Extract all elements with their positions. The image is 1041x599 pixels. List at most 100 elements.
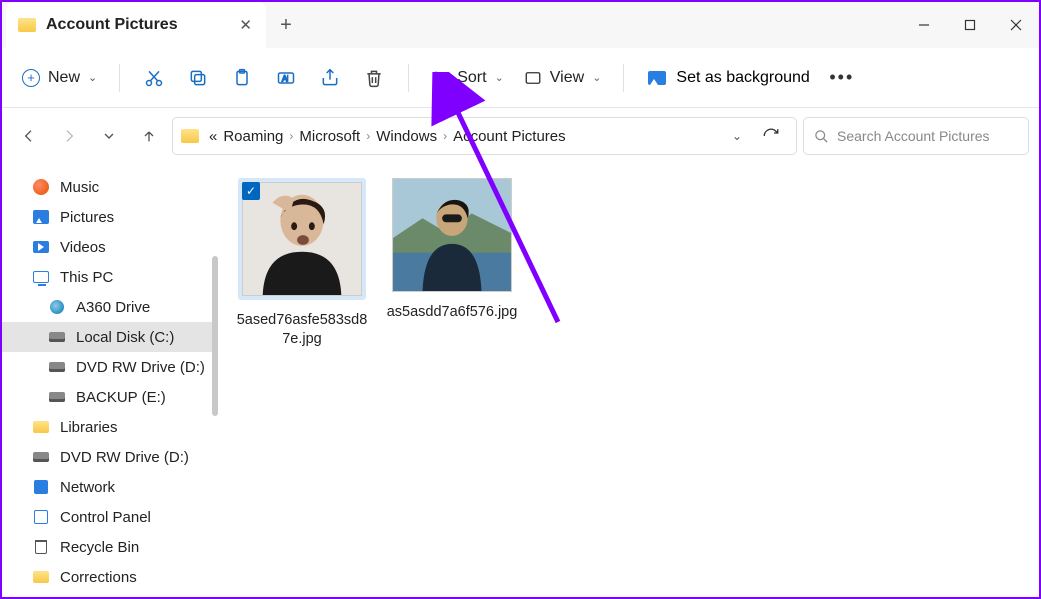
sidebar-item-local-disk[interactable]: Local Disk (C:) <box>2 322 218 352</box>
file-item[interactable]: ✓ 5ased76asfe583sd87e.jpg <box>236 178 368 349</box>
title-bar: Account Pictures ✕ + <box>2 2 1039 48</box>
address-dropdown-button[interactable]: ⌄ <box>732 129 742 143</box>
breadcrumb-overflow[interactable]: « <box>209 128 217 145</box>
sidebar-item-videos[interactable]: Videos <box>2 232 218 262</box>
close-tab-button[interactable]: ✕ <box>239 16 252 34</box>
sidebar-item-network[interactable]: Network <box>2 472 218 502</box>
view-button[interactable]: View ⌄ <box>514 59 612 97</box>
chevron-down-icon: ⌄ <box>495 71 504 84</box>
chevron-right-icon: › <box>443 129 447 143</box>
sidebar-item-corrections[interactable]: Corrections <box>2 562 218 592</box>
window-controls <box>901 5 1039 45</box>
forward-button[interactable] <box>52 119 86 153</box>
search-input[interactable] <box>837 128 1018 144</box>
sidebar-item-label: A360 Drive <box>76 299 150 316</box>
sidebar-item-label: Libraries <box>60 419 118 436</box>
copy-button[interactable] <box>176 59 220 97</box>
sort-button[interactable]: Sort ⌄ <box>421 59 514 97</box>
cloud-drive-icon <box>50 300 64 314</box>
back-button[interactable] <box>12 119 46 153</box>
picture-icon <box>648 71 666 85</box>
close-window-button[interactable] <box>993 5 1039 45</box>
sidebar-item-libraries[interactable]: Libraries <box>2 412 218 442</box>
chevron-down-icon: ⌄ <box>592 71 601 84</box>
address-bar[interactable]: « Roaming › Microsoft › Windows › Accoun… <box>172 117 797 155</box>
separator <box>623 64 624 92</box>
sidebar-item-label: Music <box>60 179 99 196</box>
navigation-pane[interactable]: Music Pictures Videos This PC A360 Drive… <box>2 164 218 597</box>
chevron-down-icon: ⌄ <box>88 71 97 84</box>
sidebar-item-label: DVD RW Drive (D:) <box>60 449 189 466</box>
search-box[interactable] <box>803 117 1029 155</box>
address-row: « Roaming › Microsoft › Windows › Accoun… <box>2 108 1039 164</box>
file-item[interactable]: as5asdd7a6f576.jpg <box>386 178 518 322</box>
delete-button[interactable] <box>352 59 396 97</box>
file-thumbnail <box>392 178 512 292</box>
folder-icon <box>181 129 199 143</box>
new-tab-button[interactable]: + <box>266 14 306 37</box>
sidebar-item-pictures[interactable]: Pictures <box>2 202 218 232</box>
minimize-button[interactable] <box>901 5 947 45</box>
sidebar-item-recycle-bin[interactable]: Recycle Bin <box>2 532 218 562</box>
videos-icon <box>33 241 49 253</box>
selected-check-icon[interactable]: ✓ <box>242 182 260 200</box>
sidebar-item-label: Local Disk (C:) <box>76 329 174 346</box>
recycle-bin-icon <box>35 540 47 554</box>
recent-locations-button[interactable] <box>92 119 126 153</box>
sidebar-item-label: Pictures <box>60 209 114 226</box>
sidebar-item-label: Videos <box>60 239 106 256</box>
new-label: New <box>48 69 80 87</box>
share-button[interactable] <box>308 59 352 97</box>
toolbar: + New ⌄ A Sort ⌄ View ⌄ Set as backgroun… <box>2 48 1039 108</box>
folder-icon <box>33 571 49 583</box>
cut-button[interactable] <box>132 59 176 97</box>
sidebar-item-control-panel[interactable]: Control Panel <box>2 502 218 532</box>
drive-icon <box>49 332 65 342</box>
sidebar-item-label: Control Panel <box>60 509 151 526</box>
folder-icon <box>33 421 49 433</box>
pictures-icon <box>33 210 49 224</box>
breadcrumb-item[interactable]: Windows <box>376 128 437 145</box>
sidebar-item-label: This PC <box>60 269 113 286</box>
new-button[interactable]: + New ⌄ <box>12 59 107 97</box>
sidebar-item-backup[interactable]: BACKUP (E:) <box>2 382 218 412</box>
chevron-right-icon: › <box>366 129 370 143</box>
sidebar-item-music[interactable]: Music <box>2 172 218 202</box>
separator <box>408 64 409 92</box>
content-pane[interactable]: ✓ 5ased76asfe583sd87e.jpg <box>218 164 1039 597</box>
set-background-label: Set as background <box>676 69 809 87</box>
sidebar-item-this-pc[interactable]: This PC <box>2 262 218 292</box>
drive-icon <box>33 452 49 462</box>
music-icon <box>33 179 49 195</box>
view-icon <box>524 69 542 87</box>
tab-title: Account Pictures <box>46 16 178 34</box>
sidebar-item-label: BACKUP (E:) <box>76 389 166 406</box>
breadcrumb-item[interactable]: Microsoft <box>299 128 360 145</box>
folder-icon <box>18 18 36 32</box>
file-name: as5asdd7a6f576.jpg <box>386 303 518 322</box>
sidebar-item-label: Corrections <box>60 569 137 586</box>
rename-button[interactable]: A <box>264 59 308 97</box>
set-background-button[interactable]: Set as background <box>636 59 821 97</box>
sort-icon <box>431 69 449 87</box>
scrollbar[interactable] <box>212 256 218 416</box>
plus-icon: + <box>22 69 40 87</box>
maximize-button[interactable] <box>947 5 993 45</box>
sidebar-item-a360[interactable]: A360 Drive <box>2 292 218 322</box>
up-button[interactable] <box>132 119 166 153</box>
sidebar-item-label: Recycle Bin <box>60 539 139 556</box>
breadcrumb-item[interactable]: Account Pictures <box>453 128 566 145</box>
paste-button[interactable] <box>220 59 264 97</box>
drive-icon <box>49 362 65 372</box>
window-tab[interactable]: Account Pictures ✕ <box>6 2 266 48</box>
sidebar-item-dvd[interactable]: DVD RW Drive (D:) <box>2 352 218 382</box>
network-icon <box>34 480 48 494</box>
refresh-button[interactable] <box>754 127 788 145</box>
sidebar-item-dvd-2[interactable]: DVD RW Drive (D:) <box>2 442 218 472</box>
file-thumbnail <box>242 182 362 296</box>
chevron-right-icon: › <box>289 129 293 143</box>
sort-label: Sort <box>457 69 486 87</box>
control-panel-icon <box>34 510 48 524</box>
more-options-button[interactable]: ••• <box>822 67 862 88</box>
breadcrumb-item[interactable]: Roaming <box>223 128 283 145</box>
